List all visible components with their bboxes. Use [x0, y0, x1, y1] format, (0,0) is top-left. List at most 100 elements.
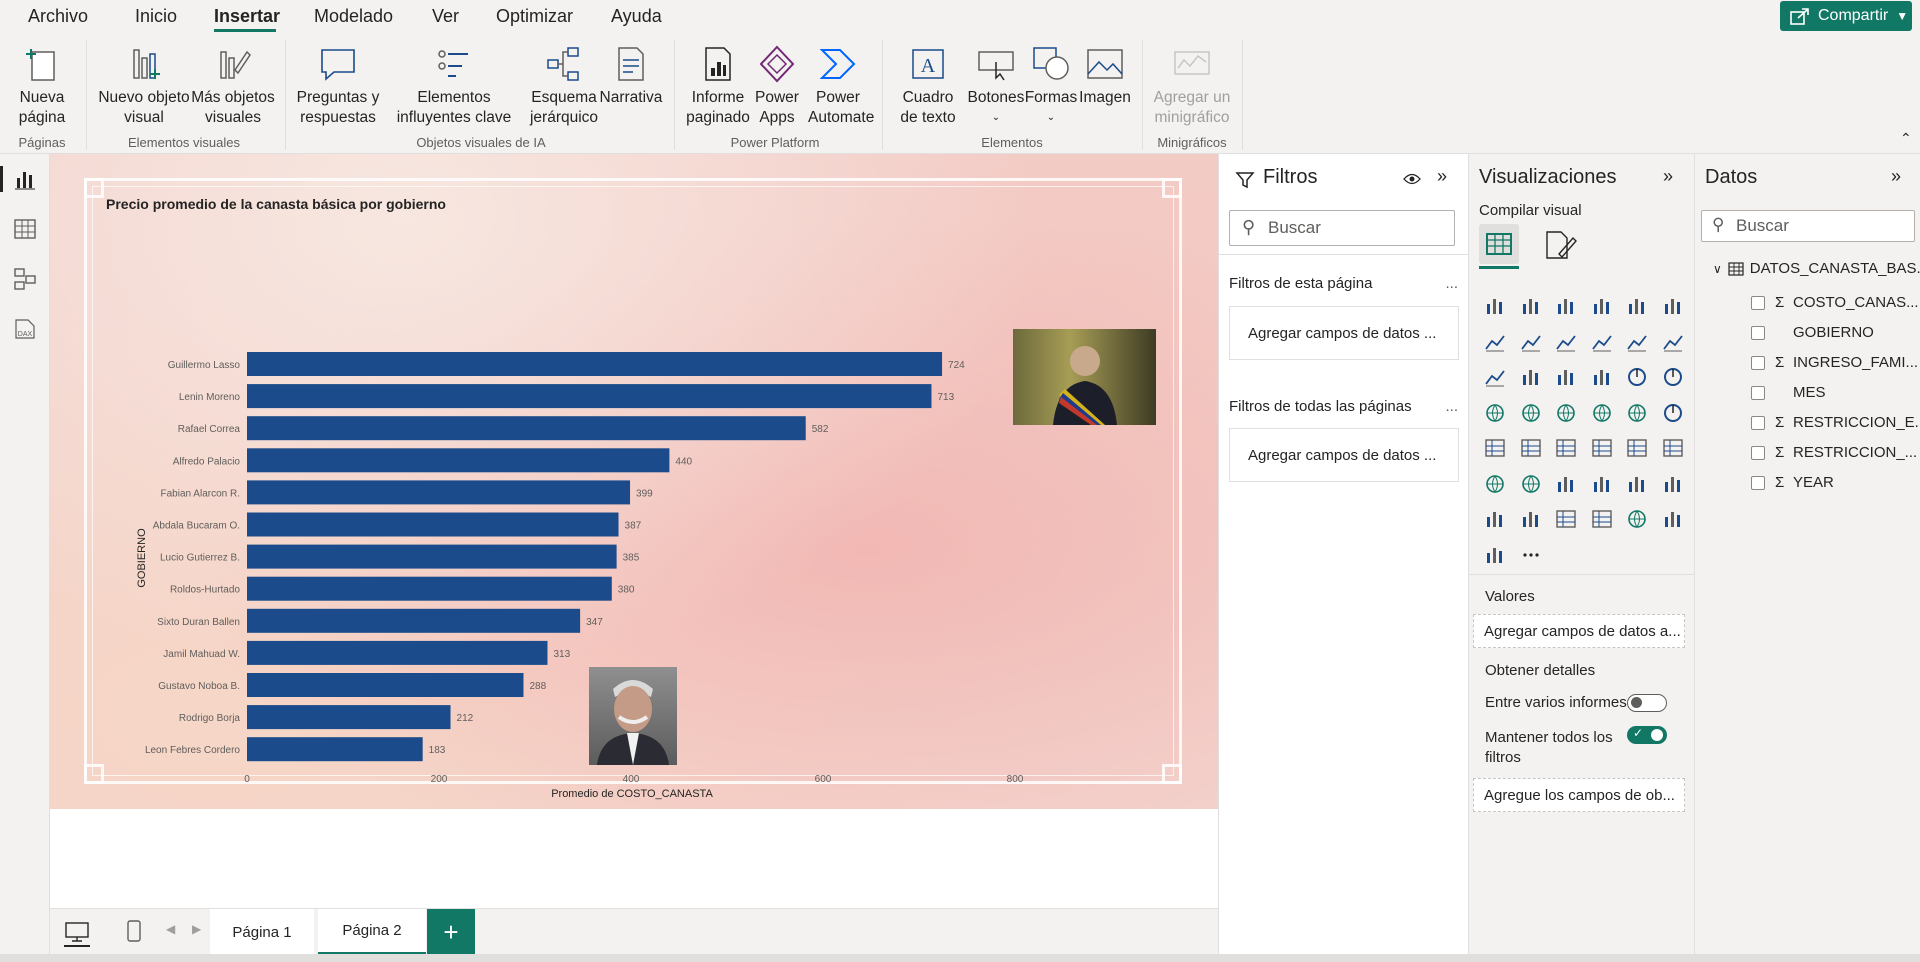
- bar[interactable]: [247, 737, 423, 762]
- field-name[interactable]: YEAR: [1793, 474, 1834, 491]
- add-sparkline-button[interactable]: Agregar un minigráfico: [1148, 44, 1236, 128]
- portrait-photo-top[interactable]: [1013, 329, 1156, 425]
- multi-row-card-icon[interactable]: [1519, 436, 1543, 460]
- field-checkbox[interactable]: [1751, 326, 1765, 340]
- field-checkbox[interactable]: [1751, 446, 1765, 460]
- clustered-bar-chart-icon[interactable]: [1554, 294, 1578, 318]
- shapes-button[interactable]: Formas ⌄: [1024, 44, 1078, 128]
- bar[interactable]: [247, 512, 619, 537]
- more-visuals-icon[interactable]: [1519, 543, 1543, 567]
- bar[interactable]: [247, 544, 617, 569]
- new-card-icon[interactable]: [1554, 507, 1578, 531]
- bar[interactable]: [247, 705, 451, 730]
- pie-chart-icon[interactable]: [1625, 365, 1649, 389]
- field-name[interactable]: RESTRICCION_E...: [1793, 414, 1920, 431]
- treemap-icon[interactable]: [1483, 401, 1507, 425]
- more-options-icon[interactable]: ...: [1445, 275, 1458, 292]
- this-page-filter-drop[interactable]: Agregar campos de datos ...: [1229, 306, 1459, 360]
- key-influencers-icon[interactable]: [1554, 472, 1578, 496]
- field-checkbox[interactable]: [1751, 356, 1765, 370]
- mobile-layout-icon[interactable]: [126, 919, 142, 943]
- menu-optimizar[interactable]: Optimizar: [496, 6, 573, 27]
- table-icon[interactable]: [1625, 436, 1649, 460]
- bar[interactable]: [247, 673, 524, 697]
- line-stacked-column-chart-icon[interactable]: [1625, 330, 1649, 354]
- field-checkbox[interactable]: [1751, 386, 1765, 400]
- card-icon[interactable]: [1483, 436, 1507, 460]
- area-chart-icon[interactable]: [1519, 330, 1543, 354]
- metrics-icon[interactable]: [1483, 507, 1507, 531]
- qa-button[interactable]: Preguntas y respuestas: [296, 44, 380, 128]
- collapse-ribbon-icon[interactable]: ⌃: [1900, 130, 1912, 147]
- line-clustered-column-chart-icon[interactable]: [1661, 330, 1685, 354]
- power-apps-button[interactable]: Power Apps: [752, 44, 802, 128]
- image-button[interactable]: Imagen: [1078, 44, 1132, 108]
- menu-insertar[interactable]: Insertar: [214, 6, 280, 27]
- decomposition-tree-icon[interactable]: [1590, 472, 1614, 496]
- values-field-well[interactable]: Agregar campos de datos a...: [1473, 614, 1685, 648]
- collapse-visualizations-icon[interactable]: »: [1663, 166, 1673, 187]
- menu-inicio[interactable]: Inicio: [135, 6, 177, 27]
- waterfall-chart-icon[interactable]: [1519, 365, 1543, 389]
- model-view-icon[interactable]: [12, 266, 38, 292]
- buttons-button[interactable]: Botones ⌄: [966, 44, 1026, 128]
- bar[interactable]: [247, 480, 631, 505]
- bar[interactable]: [247, 352, 943, 376]
- menu-archivo[interactable]: Archivo: [28, 6, 88, 27]
- python-visual-icon[interactable]: [1519, 472, 1543, 496]
- new-slicer-icon[interactable]: [1590, 507, 1614, 531]
- narrative-icon[interactable]: [1661, 472, 1685, 496]
- funnel-chart-icon[interactable]: [1554, 365, 1578, 389]
- dax-query-view-icon[interactable]: DAX: [12, 316, 38, 342]
- key-influencers-button[interactable]: Elementos influyentes clave: [380, 44, 528, 128]
- bar[interactable]: [247, 416, 806, 441]
- arcgis-map-icon[interactable]: [1625, 507, 1649, 531]
- more-visuals-button[interactable]: Más objetos visuales: [190, 44, 276, 128]
- bottom-scrollbar[interactable]: [0, 954, 1920, 962]
- portrait-photo-bottom[interactable]: [589, 667, 677, 765]
- power-automate-icon[interactable]: [1483, 543, 1507, 567]
- share-button[interactable]: Compartir ▼: [1780, 1, 1912, 31]
- stacked-area-chart-icon[interactable]: [1554, 330, 1578, 354]
- keep-filters-toggle[interactable]: ✓: [1627, 726, 1667, 744]
- 100-stacked-bar-chart-icon[interactable]: [1625, 294, 1649, 318]
- ribbon-chart-icon[interactable]: [1483, 365, 1507, 389]
- line-chart-icon[interactable]: [1483, 330, 1507, 354]
- power-apps-icon[interactable]: [1661, 507, 1685, 531]
- desktop-layout-icon[interactable]: [64, 921, 90, 943]
- drillthrough-field-well[interactable]: Agregue los campos de ob...: [1473, 778, 1685, 812]
- field-name[interactable]: RESTRICCION_...: [1793, 444, 1917, 461]
- page-tab-2[interactable]: Página 2: [318, 909, 426, 955]
- 100-stacked-area-chart-icon[interactable]: [1590, 330, 1614, 354]
- qa-icon[interactable]: [1625, 472, 1649, 496]
- text-box-button[interactable]: A Cuadro de texto: [890, 44, 966, 128]
- new-visual-button[interactable]: Nuevo objeto visual: [94, 44, 194, 128]
- add-page-button[interactable]: +: [427, 909, 475, 955]
- field-name[interactable]: COSTO_CANAS...: [1793, 294, 1919, 311]
- prev-page-icon[interactable]: ◀: [166, 922, 175, 936]
- next-page-icon[interactable]: ▶: [192, 922, 201, 936]
- stacked-column-chart-icon[interactable]: [1519, 294, 1543, 318]
- gauge-icon[interactable]: [1661, 401, 1685, 425]
- field-checkbox[interactable]: [1751, 476, 1765, 490]
- map-icon[interactable]: [1519, 401, 1543, 425]
- r-visual-icon[interactable]: [1483, 472, 1507, 496]
- field-checkbox[interactable]: [1751, 296, 1765, 310]
- narrative-button[interactable]: Narrativa: [598, 44, 664, 108]
- field-name[interactable]: INGRESO_FAMI...: [1793, 354, 1918, 371]
- field-name[interactable]: MES: [1793, 384, 1826, 401]
- build-visual-tab[interactable]: [1479, 224, 1519, 264]
- donut-chart-icon[interactable]: [1661, 365, 1685, 389]
- paginated-report-button[interactable]: Informe paginado: [682, 44, 754, 128]
- kpi-icon[interactable]: [1554, 436, 1578, 460]
- table-view-icon[interactable]: [12, 216, 38, 242]
- data-search-input[interactable]: ⚲ Buscar: [1701, 210, 1915, 242]
- menu-ver[interactable]: Ver: [432, 6, 459, 27]
- more-options-icon[interactable]: ...: [1445, 398, 1458, 415]
- azure-map-icon[interactable]: [1625, 401, 1649, 425]
- bar[interactable]: [247, 384, 932, 409]
- matrix-icon[interactable]: [1661, 436, 1685, 460]
- filters-search-input[interactable]: ⚲ Buscar: [1229, 210, 1455, 246]
- field-name[interactable]: GOBIERNO: [1793, 324, 1874, 341]
- bar[interactable]: [247, 608, 581, 633]
